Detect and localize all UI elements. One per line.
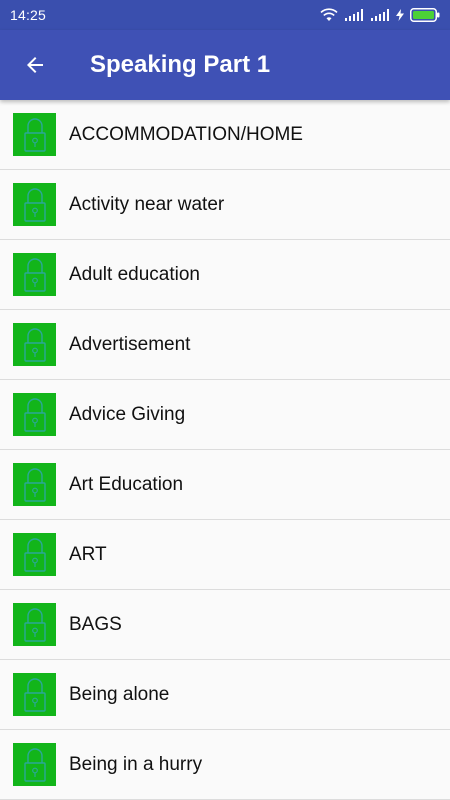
lock-thumbnail: [13, 253, 56, 296]
list-item[interactable]: Being in a hurry: [0, 730, 450, 800]
lock-icon: [23, 327, 46, 362]
list-item-label: Being in a hurry: [69, 753, 203, 775]
list-item[interactable]: ACCOMMODATION/HOME: [0, 100, 450, 170]
list-item[interactable]: Being alone: [0, 660, 450, 730]
lock-thumbnail: [13, 743, 56, 786]
topic-list[interactable]: ACCOMMODATION/HOME Activity near water A…: [0, 100, 450, 800]
lock-thumbnail: [13, 533, 56, 576]
arrow-left-icon: [27, 57, 43, 73]
lock-thumbnail: [13, 463, 56, 506]
lock-thumbnail: [13, 183, 56, 226]
lock-icon: [23, 537, 46, 572]
list-item-label: Advertisement: [69, 333, 191, 355]
back-button[interactable]: [0, 30, 70, 100]
list-item-label: Advice Giving: [69, 403, 186, 425]
list-item-label: ACCOMMODATION/HOME: [69, 123, 303, 145]
lock-icon: [23, 467, 46, 502]
list-item[interactable]: Art Education: [0, 450, 450, 520]
list-item-label: Art Education: [69, 473, 184, 495]
list-item[interactable]: Advertisement: [0, 310, 450, 380]
app-bar: Speaking Part 1: [0, 30, 450, 100]
lock-thumbnail: [13, 113, 56, 156]
page-title: Speaking Part 1: [90, 51, 271, 78]
lock-icon: [23, 257, 46, 292]
lock-icon: [23, 747, 46, 782]
lock-thumbnail: [13, 603, 56, 646]
list-item[interactable]: Advice Giving: [0, 380, 450, 450]
list-item-label: Adult education: [69, 263, 200, 285]
status-icons: [320, 8, 440, 22]
list-item-label: Activity near water: [69, 193, 225, 215]
lock-icon: [23, 187, 46, 222]
lock-icon: [23, 607, 46, 642]
signal-icon: [345, 9, 363, 21]
list-item[interactable]: ART: [0, 520, 450, 590]
lock-icon: [23, 677, 46, 712]
signal-icon: [371, 9, 389, 21]
list-item[interactable]: BAGS: [0, 590, 450, 660]
lock-thumbnail: [13, 393, 56, 436]
list-item-label: ART: [69, 543, 107, 565]
list-item-label: BAGS: [69, 613, 122, 635]
lock-thumbnail: [13, 323, 56, 366]
lock-icon: [23, 117, 46, 152]
charging-icon: [396, 9, 404, 21]
list-item[interactable]: Adult education: [0, 240, 450, 310]
list-item-label: Being alone: [69, 683, 170, 705]
list-item[interactable]: Activity near water: [0, 170, 450, 240]
wifi-icon: [320, 8, 338, 21]
lock-thumbnail: [13, 673, 56, 716]
battery-icon: [410, 8, 440, 22]
status-bar: 14:25: [0, 0, 450, 30]
status-time: 14:25: [10, 7, 47, 23]
lock-icon: [23, 397, 46, 432]
